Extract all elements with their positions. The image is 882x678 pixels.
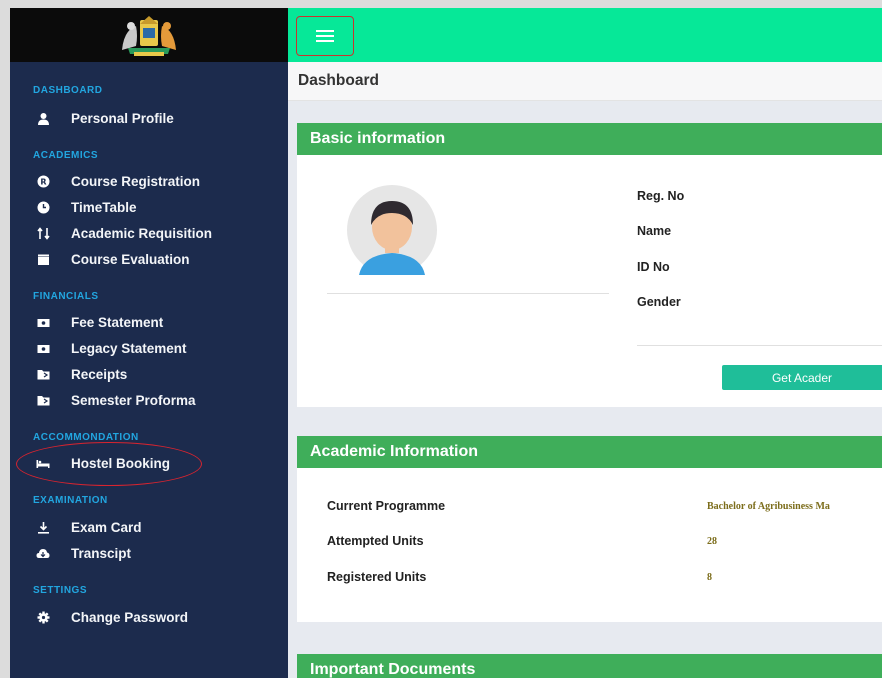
academic-info-card: Academic Information Current Programme B… [297,436,882,622]
registered-units-label: Registered Units [327,570,427,584]
section-title-financials: FINANCIALS [33,291,99,302]
sidebar-item-label: Hostel Booking [71,455,171,471]
sidebar-item-course-registration[interactable]: R Course Registration [36,170,200,192]
sidebar-item-hostel-booking[interactable]: Hostel Booking [36,452,170,474]
section-title-dashboard: DASHBOARD [33,85,103,96]
sidebar-item-label: Legacy Statement [71,340,187,356]
current-programme-value: Bachelor of Agribusiness Ma [707,501,830,512]
avatar [347,185,437,275]
user-icon [36,111,50,125]
sidebar-item-exam-card[interactable]: Exam Card [36,516,142,538]
gender-label: Gender [637,295,681,309]
hamburger-menu-icon [316,27,334,45]
divider [327,293,609,294]
name-label: Name [637,224,672,238]
reg-no-label: Reg. No [637,189,685,203]
cloud-download-icon [36,546,50,560]
topbar [288,8,882,62]
section-title-academics: ACADEMICS [33,150,99,161]
logo-bar [10,8,288,62]
money-bill-icon [36,341,50,355]
basic-info-card: Basic information Reg. No Name ID No Gen… [297,123,882,407]
divider [637,345,882,346]
sidebar-item-academic-requisition[interactable]: Academic Requisition [36,222,212,244]
registered-units-value: 8 [707,572,712,583]
section-title-settings: SETTINGS [33,585,88,596]
section-title-accommodation: ACCOMMONDATION [33,432,139,443]
clapperboard-icon [36,252,50,266]
sidebar-item-label: Transcipt [71,545,132,561]
sidebar-item-label: Exam Card [71,519,142,535]
basic-info-header: Basic information [297,123,882,155]
sidebar-item-label: TimeTable [71,199,137,215]
attempted-units-label: Attempted Units [327,534,424,548]
clock-icon [36,200,50,214]
registered-icon: R [36,174,50,188]
important-documents-header: Important Documents [297,654,882,678]
sidebar-item-label: Course Registration [71,173,201,189]
breadcrumb: Dashboard [288,62,882,101]
sidebar-item-label: Fee Statement [71,314,164,330]
sidebar-item-label: Course Evaluation [71,251,190,267]
bed-icon [36,456,50,470]
get-academic-button[interactable]: Get Acader [722,365,882,390]
sidebar-item-change-password[interactable]: Change Password [36,606,188,628]
svg-text:R: R [40,177,46,186]
id-no-label: ID No [637,260,670,274]
sidebar-item-label: Receipts [71,366,128,382]
sidebar-item-course-evaluation[interactable]: Course Evaluation [36,248,190,270]
sidebar-item-label: Personal Profile [71,110,174,126]
sidebar-item-transcript[interactable]: Transcipt [36,542,131,564]
main-content: Basic information Reg. No Name ID No Gen… [288,101,882,678]
sidebar-item-receipts[interactable]: Receipts [36,363,127,385]
sidebar-item-timetable[interactable]: TimeTable [36,196,137,218]
sidebar-item-label: Semester Proforma [71,392,196,408]
important-documents-card: Important Documents [297,654,882,678]
current-programme-label: Current Programme [327,499,446,513]
sidebar-item-label: Change Password [71,609,189,625]
app-frame: DASHBOARD Personal Profile ACADEMICS R C… [10,8,882,678]
sidebar-item-fee-statement[interactable]: Fee Statement [36,311,163,333]
sidebar-item-label: Academic Requisition [71,225,213,241]
sidebar-item-semester-proforma[interactable]: Semester Proforma [36,389,196,411]
page-title: Dashboard [298,72,379,89]
gear-icon [36,610,50,624]
menu-toggle-button[interactable] [296,16,354,56]
transfer-icon [36,226,50,240]
download-icon [36,520,50,534]
academic-info-header: Academic Information [297,436,882,468]
folder-share-icon [36,393,50,407]
section-title-examination: EXAMINATION [33,495,108,506]
university-crest-logo [122,16,176,56]
sidebar: DASHBOARD Personal Profile ACADEMICS R C… [10,8,288,678]
attempted-units-value: 28 [707,536,717,547]
money-bill-icon [36,315,50,329]
sidebar-item-personal-profile[interactable]: Personal Profile [36,107,174,129]
folder-share-icon [36,367,50,381]
sidebar-item-legacy-statement[interactable]: Legacy Statement [36,337,187,359]
